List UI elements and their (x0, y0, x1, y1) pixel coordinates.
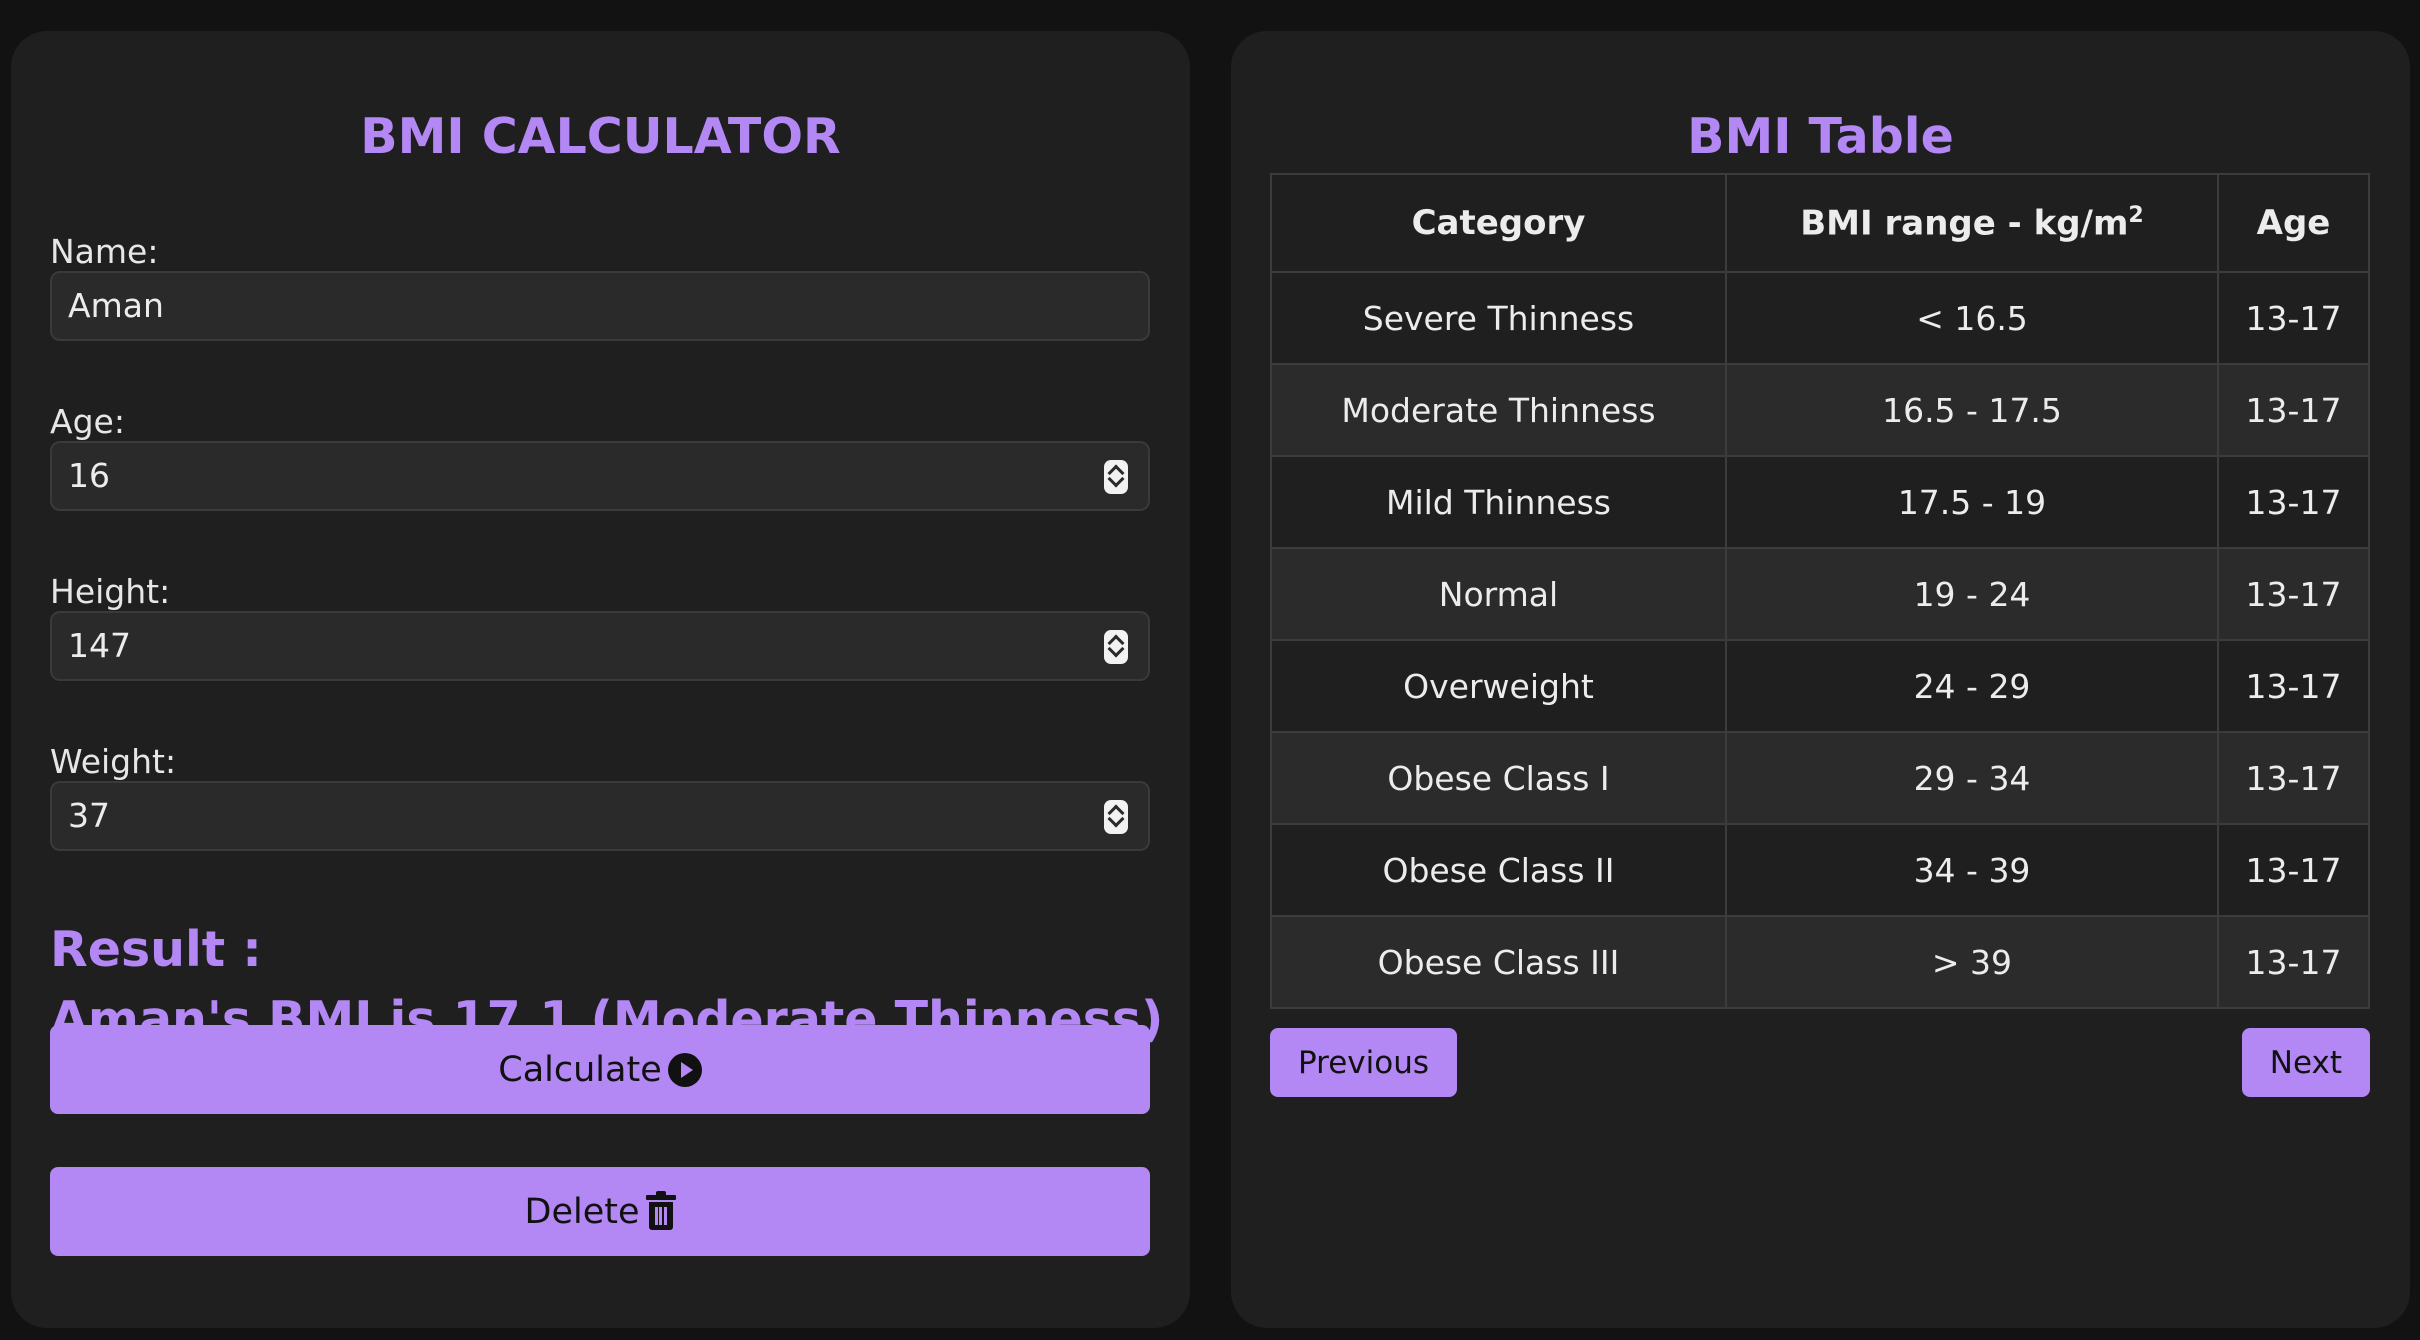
cell-age: 13-17 (2217, 271, 2370, 365)
cell-range: < 16.5 (1725, 271, 2219, 365)
table-row: Mild Thinness 17.5 - 19 13-17 (1270, 455, 2370, 549)
play-circle-icon (667, 1052, 702, 1087)
table-row: Obese Class I 29 - 34 13-17 (1270, 731, 2370, 825)
table-row: Severe Thinness < 16.5 13-17 (1270, 271, 2370, 365)
header-age: Age (2217, 173, 2370, 273)
table-title: BMI Table (1687, 108, 1954, 165)
age-label: Age: (50, 402, 125, 441)
cell-age: 13-17 (2217, 823, 2370, 917)
cell-range: 17.5 - 19 (1725, 455, 2219, 549)
cell-range: 29 - 34 (1725, 731, 2219, 825)
weight-value: 37 (68, 796, 110, 835)
name-value: Aman (68, 286, 164, 325)
height-stepper-icon[interactable] (1104, 630, 1128, 664)
table-row: Overweight 24 - 29 13-17 (1270, 639, 2370, 733)
cell-range: 19 - 24 (1725, 547, 2219, 641)
cell-category: Mild Thinness (1270, 455, 1727, 549)
cell-age: 13-17 (2217, 363, 2370, 457)
next-button[interactable]: Next (2241, 1028, 2370, 1097)
table-row: Normal 19 - 24 13-17 (1270, 547, 2370, 641)
cell-category: Moderate Thinness (1270, 363, 1727, 457)
cell-category: Obese Class I (1270, 731, 1727, 825)
cell-age: 13-17 (2217, 547, 2370, 641)
calculator-title: BMI CALCULATOR (360, 108, 841, 165)
weight-label: Weight: (50, 742, 177, 781)
delete-button[interactable]: Delete (50, 1167, 1150, 1256)
age-stepper-icon[interactable] (1104, 460, 1128, 494)
name-input[interactable]: Aman (50, 271, 1150, 341)
cell-age: 13-17 (2217, 731, 2370, 825)
header-range: BMI range - kg/m2 (1725, 173, 2219, 273)
calculator-panel: BMI CALCULATOR Name: Aman Age: 16 Height… (11, 31, 1190, 1328)
height-value: 147 (68, 626, 131, 665)
cell-range: 16.5 - 17.5 (1725, 363, 2219, 457)
cell-range: > 39 (1725, 915, 2219, 1009)
cell-range: 24 - 29 (1725, 639, 2219, 733)
height-input[interactable]: 147 (50, 611, 1150, 681)
age-input[interactable]: 16 (50, 441, 1150, 511)
name-label: Name: (50, 232, 159, 271)
delete-label: Delete (524, 1191, 640, 1232)
table-row: Obese Class III > 39 13-17 (1270, 915, 2370, 1009)
cell-category: Obese Class II (1270, 823, 1727, 917)
result-label: Result : (50, 921, 262, 978)
table-header-row: Category BMI range - kg/m2 Age (1270, 173, 2370, 273)
header-range-sup: 2 (2128, 202, 2144, 228)
header-category: Category (1270, 173, 1727, 273)
weight-input[interactable]: 37 (50, 781, 1150, 851)
age-value: 16 (68, 456, 110, 495)
table-row: Obese Class II 34 - 39 13-17 (1270, 823, 2370, 917)
weight-stepper-icon[interactable] (1104, 800, 1128, 834)
cell-age: 13-17 (2217, 455, 2370, 549)
bmi-table: Category BMI range - kg/m2 Age Severe Th… (1270, 173, 2370, 1009)
header-range-text: BMI range - kg/m (1800, 203, 2129, 244)
cell-category: Obese Class III (1270, 915, 1727, 1009)
calculate-label: Calculate (498, 1049, 662, 1090)
cell-category: Overweight (1270, 639, 1727, 733)
cell-age: 13-17 (2217, 915, 2370, 1009)
table-row: Moderate Thinness 16.5 - 17.5 13-17 (1270, 363, 2370, 457)
trash-icon (645, 1190, 676, 1231)
table-panel: BMI Table Category BMI range - kg/m2 Age… (1231, 31, 2410, 1328)
previous-button[interactable]: Previous (1270, 1028, 1458, 1097)
cell-age: 13-17 (2217, 639, 2370, 733)
cell-category: Normal (1270, 547, 1727, 641)
cell-range: 34 - 39 (1725, 823, 2219, 917)
cell-category: Severe Thinness (1270, 271, 1727, 365)
height-label: Height: (50, 572, 171, 611)
calculate-button[interactable]: Calculate (50, 1025, 1150, 1114)
